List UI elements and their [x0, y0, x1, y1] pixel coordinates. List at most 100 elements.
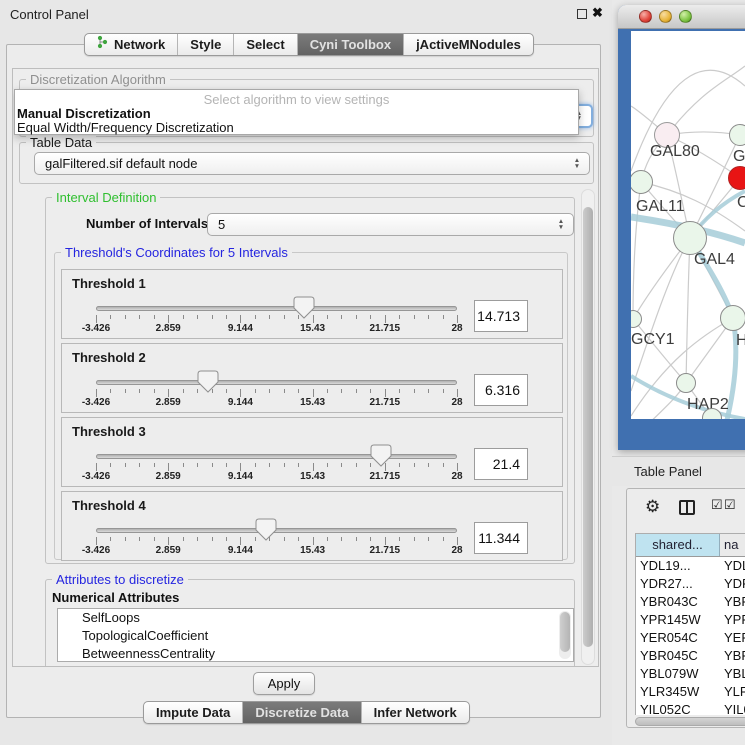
network-node-h[interactable] — [720, 305, 745, 331]
cell-shared-name[interactable]: YBL079W — [636, 665, 720, 683]
cell-name[interactable]: YBR0 — [720, 647, 745, 665]
slider-thumb[interactable] — [293, 296, 315, 319]
table-data-title: Table Data — [26, 135, 96, 150]
threshold-value-field[interactable]: 21.4 — [474, 448, 528, 480]
tab-discretize-data[interactable]: Discretize Data — [242, 702, 360, 723]
cell-shared-name[interactable]: YDL19... — [636, 557, 720, 575]
network-node-gal4[interactable] — [673, 221, 707, 255]
cell-shared-name[interactable]: YBR045C — [636, 647, 720, 665]
tick-mark — [168, 537, 169, 545]
tab-network-label: Network — [114, 34, 165, 55]
network-window-titlebar[interactable] — [618, 5, 745, 29]
tick-mark — [414, 315, 415, 319]
cell-name[interactable]: YBR0 — [720, 593, 745, 611]
tick-mark — [327, 463, 328, 467]
column-header-name[interactable]: na — [720, 534, 745, 556]
tick-label: 28 — [451, 545, 462, 556]
cell-shared-name[interactable]: YLR345W — [636, 683, 720, 701]
tick-mark — [139, 315, 140, 319]
table-row[interactable]: YLR345WYLR3 — [636, 683, 745, 701]
popup-item-equal-width-frequency[interactable]: Equal Width/Frequency Discretization — [17, 120, 234, 135]
network-node-c[interactable] — [728, 166, 745, 190]
cell-shared-name[interactable]: YER054C — [636, 629, 720, 647]
cell-name[interactable]: YER0 — [720, 629, 745, 647]
list-scrollbar[interactable] — [559, 611, 571, 659]
table-row[interactable]: YIL052CYIL0 — [636, 701, 745, 715]
tab-infer-network[interactable]: Infer Network — [361, 702, 469, 723]
table-row[interactable]: YPR145WYPR1 — [636, 611, 745, 629]
cell-shared-name[interactable]: YPR145W — [636, 611, 720, 629]
cell-shared-name[interactable]: YIL052C — [636, 701, 720, 715]
slider-tick-labels: -3.4262.8599.14415.4321.71528 — [96, 323, 457, 335]
tab-select[interactable]: Select — [233, 34, 296, 55]
network-canvas[interactable]: GAL80GACGAL11GAL4GCY1HHAP2 — [631, 31, 745, 419]
cell-name[interactable]: YIL0 — [720, 701, 745, 715]
gear-icon[interactable]: ⚙ — [645, 497, 660, 517]
cell-shared-name[interactable]: YDR27... — [636, 575, 720, 593]
checkbox-icon[interactable]: ☑ — [724, 497, 736, 513]
table-data-combobox[interactable]: galFiltered.sif default node ▲▼ — [34, 152, 590, 175]
tab-jactivemnodules[interactable]: jActiveMNodules — [403, 34, 533, 55]
float-window-icon[interactable] — [577, 9, 587, 19]
table-row[interactable]: YER054CYER0 — [636, 629, 745, 647]
tab-impute-data[interactable]: Impute Data — [144, 702, 242, 723]
slider-thumb[interactable] — [197, 370, 219, 393]
slider-track[interactable] — [96, 454, 457, 459]
attribute-list-item[interactable]: BetweennessCentrality — [58, 645, 573, 662]
tick-mark — [284, 389, 285, 393]
close-traffic-light-icon[interactable] — [639, 10, 652, 23]
control-panel-titlebar: Control Panel ✖ — [0, 0, 612, 28]
threshold-title: Threshold 2 — [72, 350, 146, 365]
attribute-list-item[interactable]: SelfLoops — [58, 609, 573, 627]
tick-mark — [385, 537, 386, 545]
slider-track[interactable] — [96, 380, 457, 385]
tick-mark — [370, 537, 371, 541]
number-of-intervals-combobox[interactable]: 5 ▲▼ — [207, 213, 574, 236]
zoom-traffic-light-icon[interactable] — [679, 10, 692, 23]
minimize-traffic-light-icon[interactable] — [659, 10, 672, 23]
network-node-ga[interactable] — [729, 124, 745, 146]
cell-name[interactable]: YLR3 — [720, 683, 745, 701]
network-node-hap2[interactable] — [676, 373, 696, 393]
tick-mark — [139, 389, 140, 393]
cell-name[interactable]: YPR1 — [720, 611, 745, 629]
threshold-value-field[interactable]: 14.713 — [474, 300, 528, 332]
tick-mark — [154, 463, 155, 467]
tick-mark — [356, 389, 357, 393]
attributes-group-title: Attributes to discretize — [52, 572, 188, 587]
columns-icon[interactable] — [679, 500, 695, 515]
popup-item-manual-discretization[interactable]: Manual Discretization — [17, 106, 151, 121]
slider-track[interactable] — [96, 306, 457, 311]
table-row[interactable]: YBR043CYBR0 — [636, 593, 745, 611]
cell-name[interactable]: YBL0 — [720, 665, 745, 683]
tick-mark — [313, 537, 314, 545]
tick-mark — [341, 537, 342, 541]
numerical-attributes-list[interactable]: SelfLoopsTopologicalCoefficientBetweenne… — [57, 608, 574, 662]
table-panel-title: Table Panel — [634, 464, 702, 479]
slider-thumb[interactable] — [370, 444, 392, 467]
tab-network[interactable]: Network — [85, 34, 177, 55]
threshold-value-field[interactable]: 11.344 — [474, 522, 528, 554]
table-row[interactable]: YDL19...YDL1 — [636, 557, 745, 575]
table-horizontal-scrollbar[interactable] — [635, 717, 745, 726]
threshold-value-field[interactable]: 6.316 — [474, 374, 528, 406]
tick-mark — [110, 537, 111, 541]
cell-name[interactable]: YDL1 — [720, 557, 745, 575]
tick-mark — [313, 463, 314, 471]
cell-name[interactable]: YDR2 — [720, 575, 745, 593]
column-header-shared-name[interactable]: shared... — [636, 534, 720, 556]
close-icon[interactable]: ✖ — [592, 5, 603, 21]
checkbox-icon[interactable]: ☑ — [711, 497, 723, 513]
tab-cyni-toolbox[interactable]: Cyni Toolbox — [297, 34, 403, 55]
table-row[interactable]: YBL079WYBL0 — [636, 665, 745, 683]
tick-mark — [370, 389, 371, 393]
tick-mark — [212, 537, 213, 541]
settings-scrollbar[interactable] — [581, 189, 595, 665]
slider-thumb[interactable] — [255, 518, 277, 541]
cell-shared-name[interactable]: YBR043C — [636, 593, 720, 611]
table-row[interactable]: YDR27...YDR2 — [636, 575, 745, 593]
table-row[interactable]: YBR045CYBR0 — [636, 647, 745, 665]
tab-style[interactable]: Style — [177, 34, 233, 55]
attribute-list-item[interactable]: TopologicalCoefficient — [58, 627, 573, 645]
apply-button[interactable]: Apply — [253, 672, 315, 695]
